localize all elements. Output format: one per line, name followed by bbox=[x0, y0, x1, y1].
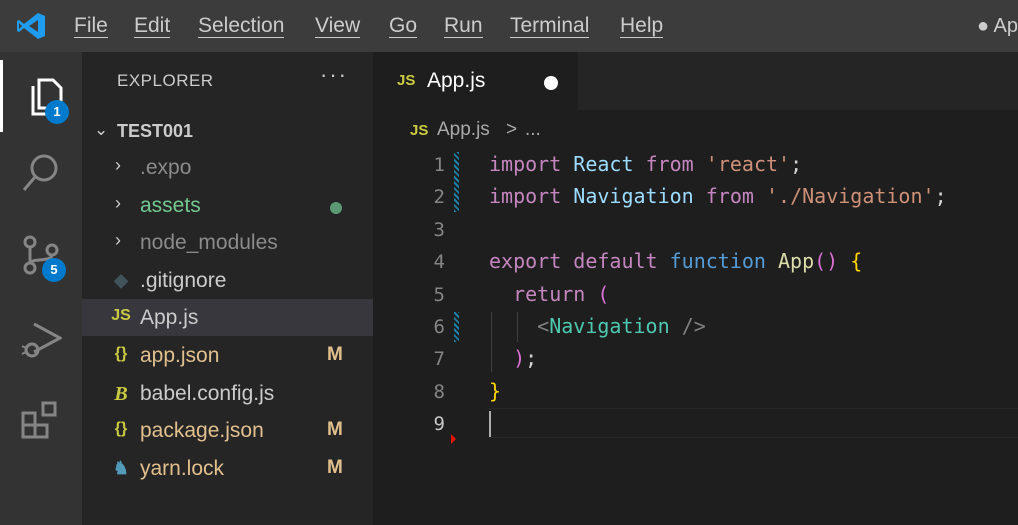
explorer-title: EXPLORER bbox=[117, 71, 214, 90]
menu-terminal[interactable]: Terminal bbox=[510, 0, 590, 52]
json-file-icon: {} bbox=[114, 420, 128, 437]
tab-label: App.js bbox=[427, 69, 486, 92]
tree-item-gitignore[interactable]: ◆ .gitignore bbox=[82, 262, 373, 299]
chevron-right-icon: › bbox=[115, 230, 121, 250]
chevron-down-icon: ⌄ bbox=[94, 120, 109, 139]
line-number: 3 bbox=[433, 219, 445, 241]
explorer-activity-button[interactable]: 1 bbox=[0, 60, 82, 132]
tree-item-label: app.json bbox=[140, 344, 220, 367]
workspace-folder[interactable]: ⌄ TEST001 bbox=[82, 116, 373, 148]
title-bar: File Edit Selection View Go Run Terminal… bbox=[0, 0, 1018, 52]
breadcrumb-symbols[interactable]: ... bbox=[525, 119, 541, 141]
more-actions-button[interactable]: ··· bbox=[320, 62, 348, 88]
line-number: 7 bbox=[433, 348, 445, 370]
source-control-badge: 5 bbox=[42, 258, 66, 282]
tree-item-label: babel.config.js bbox=[140, 382, 275, 405]
current-line-highlight bbox=[487, 408, 1018, 438]
breadcrumb: JS App.js > ... bbox=[373, 110, 1018, 150]
tree-item-expo[interactable]: › .expo bbox=[82, 149, 373, 186]
changes-dot-icon bbox=[330, 202, 342, 214]
tree-item-label: node_modules bbox=[140, 231, 278, 254]
tree-item-label: App.js bbox=[140, 306, 199, 329]
run-debug-activity-button[interactable] bbox=[0, 302, 82, 374]
menu-view[interactable]: View bbox=[315, 0, 361, 52]
code-line-5: return ( bbox=[513, 282, 610, 306]
editor-tab-bar: JS App.js bbox=[373, 52, 1018, 110]
extensions-icon bbox=[21, 401, 57, 439]
vscode-logo-icon bbox=[17, 13, 45, 39]
line-number: 5 bbox=[433, 284, 445, 306]
explorer-badge: 1 bbox=[45, 100, 69, 124]
code-line-4: export default function App() { bbox=[489, 249, 863, 273]
tree-item-label: yarn.lock bbox=[140, 457, 225, 480]
tab-app-js[interactable]: JS App.js bbox=[373, 52, 578, 110]
deleted-line-marker-icon bbox=[451, 434, 456, 444]
git-modified-gutter bbox=[454, 312, 459, 342]
tree-item-yarn-lock[interactable]: ♞ yarn.lock M bbox=[82, 450, 373, 487]
search-activity-button[interactable] bbox=[0, 136, 82, 208]
modified-status: M bbox=[327, 419, 343, 440]
extensions-activity-button[interactable] bbox=[0, 384, 82, 456]
menu-file[interactable]: File bbox=[74, 0, 108, 52]
git-modified-gutter bbox=[454, 152, 459, 212]
yarn-file-icon: ♞ bbox=[112, 458, 130, 478]
js-file-icon: JS bbox=[111, 307, 131, 324]
code-line-1: import React from 'react'; bbox=[489, 152, 803, 176]
tree-item-node-modules[interactable]: › node_modules bbox=[82, 224, 373, 261]
tree-item-app-js[interactable]: JS App.js bbox=[82, 299, 373, 336]
line-number: 8 bbox=[433, 381, 445, 403]
line-number-current: 9 bbox=[433, 413, 445, 435]
chevron-right-icon: › bbox=[115, 155, 121, 175]
menu-run[interactable]: Run bbox=[444, 0, 483, 52]
search-icon bbox=[22, 154, 58, 191]
menu-selection[interactable]: Selection bbox=[198, 0, 285, 52]
code-line-6: <Navigation /> bbox=[537, 314, 706, 338]
tree-item-label: .gitignore bbox=[140, 269, 227, 292]
code-line-8: } bbox=[489, 379, 502, 403]
activity-bar: 1 5 bbox=[0, 52, 82, 525]
breadcrumb-file[interactable]: App.js bbox=[437, 119, 490, 141]
tree-item-label: package.json bbox=[140, 419, 264, 442]
code-editor[interactable]: 1 2 3 4 5 6 7 8 9 import React from 'rea… bbox=[373, 150, 1018, 525]
line-number: 6 bbox=[433, 316, 445, 338]
tree-item-label: .expo bbox=[140, 156, 192, 179]
breadcrumb-separator: > bbox=[506, 119, 518, 140]
json-file-icon: {} bbox=[114, 345, 128, 362]
line-number: 2 bbox=[433, 186, 445, 208]
window-title: ● Ap bbox=[977, 15, 1018, 37]
menu-edit[interactable]: Edit bbox=[134, 0, 171, 52]
tree-item-babel-config[interactable]: B babel.config.js bbox=[82, 375, 373, 412]
menu-go[interactable]: Go bbox=[389, 0, 418, 52]
source-control-activity-button[interactable]: 5 bbox=[0, 218, 82, 290]
menu-help[interactable]: Help bbox=[620, 0, 664, 52]
explorer-sidebar: EXPLORER ··· ⌄ TEST001 › .expo › assets … bbox=[82, 52, 373, 525]
code-line-7: ); bbox=[513, 346, 538, 370]
tree-item-label: assets bbox=[140, 194, 201, 217]
code-line-2: import Navigation from './Navigation'; bbox=[489, 184, 947, 208]
js-file-icon: JS bbox=[410, 122, 429, 139]
text-cursor bbox=[489, 411, 491, 437]
unsaved-dot-icon[interactable] bbox=[544, 76, 558, 90]
git-file-icon: ◆ bbox=[114, 270, 128, 290]
tree-item-assets[interactable]: › assets bbox=[82, 187, 373, 224]
modified-status: M bbox=[327, 344, 343, 365]
line-number: 4 bbox=[433, 251, 445, 273]
workspace-folder-name: TEST001 bbox=[117, 121, 194, 141]
chevron-right-icon: › bbox=[115, 193, 121, 213]
js-file-icon: JS bbox=[397, 72, 416, 89]
modified-status: M bbox=[327, 457, 343, 478]
babel-file-icon: B bbox=[114, 383, 128, 405]
line-number: 1 bbox=[433, 154, 445, 176]
tree-item-package-json[interactable]: {} package.json M bbox=[82, 412, 373, 449]
run-debug-icon bbox=[21, 322, 62, 358]
tree-item-app-json[interactable]: {} app.json M bbox=[82, 337, 373, 374]
